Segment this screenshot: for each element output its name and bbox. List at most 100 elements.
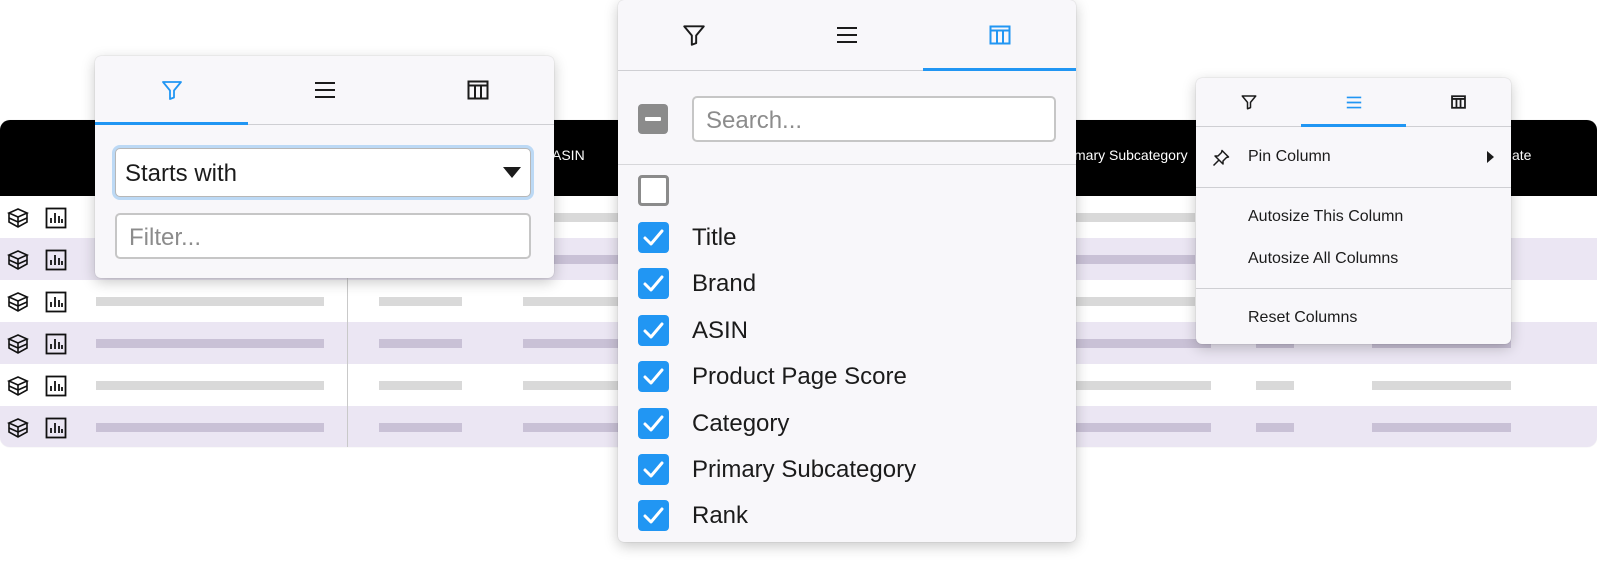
filter-icon bbox=[161, 81, 182, 100]
tab-filter[interactable] bbox=[1196, 78, 1301, 126]
menu-item-pin-column[interactable]: Pin Column bbox=[1196, 137, 1511, 177]
tab-columns[interactable] bbox=[401, 56, 554, 124]
box-icon[interactable] bbox=[7, 207, 29, 229]
menu-item-reset-columns[interactable]: Reset Columns bbox=[1196, 298, 1511, 338]
tab-filter[interactable] bbox=[95, 56, 248, 125]
chart-icon[interactable] bbox=[45, 333, 67, 355]
box-icon[interactable] bbox=[7, 291, 29, 313]
cell-placeholder bbox=[523, 339, 618, 348]
cell-placeholder bbox=[523, 423, 618, 432]
header-date[interactable]: ate bbox=[1512, 147, 1531, 163]
column-item-asin[interactable]: ASIN bbox=[638, 315, 1058, 355]
menu-item-autosize-this-column[interactable]: Autosize This Column bbox=[1196, 197, 1511, 237]
filter-input[interactable]: Filter... bbox=[115, 213, 531, 259]
check-icon bbox=[643, 461, 664, 478]
chart-icon[interactable] bbox=[45, 291, 67, 313]
columns-panel: Search... Title Brand ASIN Product Page … bbox=[618, 0, 1076, 542]
column-label: ASIN bbox=[692, 317, 749, 344]
column-search-input[interactable]: Search... bbox=[692, 96, 1056, 142]
column-label: Brand bbox=[692, 270, 757, 297]
box-icon[interactable] bbox=[7, 417, 29, 439]
columns-icon bbox=[1451, 95, 1466, 109]
column-label: Primary Subcategory bbox=[692, 456, 917, 483]
checkbox-checked[interactable] bbox=[638, 454, 669, 485]
filter-icon bbox=[1241, 95, 1256, 110]
chart-icon[interactable] bbox=[45, 249, 67, 271]
box-icon[interactable] bbox=[7, 249, 29, 271]
columns-icon bbox=[989, 25, 1011, 45]
menu-item-label: Autosize This Column bbox=[1248, 208, 1404, 225]
menu-separator bbox=[1196, 288, 1511, 289]
select-all-checkbox[interactable] bbox=[638, 104, 668, 134]
chevron-down-icon bbox=[503, 167, 521, 178]
column-label: Title bbox=[692, 224, 737, 251]
menu-separator bbox=[1196, 187, 1511, 188]
column-menu-tabs bbox=[1196, 78, 1511, 127]
cell-placeholder bbox=[1075, 255, 1195, 264]
cell-placeholder bbox=[96, 297, 324, 306]
checkbox-checked[interactable] bbox=[638, 315, 669, 346]
tab-columns[interactable] bbox=[923, 0, 1076, 71]
tab-columns[interactable] bbox=[1406, 78, 1511, 126]
chart-icon[interactable] bbox=[45, 417, 67, 439]
checkbox-checked[interactable] bbox=[638, 408, 669, 439]
cell-placeholder bbox=[1372, 423, 1511, 432]
column-item-title[interactable]: Title bbox=[638, 222, 1058, 262]
empty-checkbox[interactable] bbox=[638, 175, 669, 206]
cell-placeholder bbox=[1075, 423, 1211, 432]
column-item-product-page-score[interactable]: Product Page Score bbox=[638, 361, 1058, 401]
column-item-brand[interactable]: Brand bbox=[638, 268, 1058, 308]
checkbox-checked[interactable] bbox=[638, 500, 669, 531]
menu-item-label: Reset Columns bbox=[1248, 309, 1358, 326]
divider bbox=[618, 164, 1076, 165]
menu-item-autosize-all-columns[interactable]: Autosize All Columns bbox=[1196, 239, 1511, 279]
cell-placeholder bbox=[96, 381, 324, 390]
cell-placeholder bbox=[523, 381, 618, 390]
cell-placeholder bbox=[96, 339, 324, 348]
filter-condition-value: Starts with bbox=[125, 160, 238, 187]
cell-placeholder bbox=[1075, 297, 1195, 306]
box-icon[interactable] bbox=[7, 333, 29, 355]
cell-placeholder bbox=[523, 297, 618, 306]
cell-placeholder bbox=[1075, 213, 1195, 222]
cell-placeholder bbox=[379, 381, 462, 390]
column-item-primary-subcategory[interactable]: Primary Subcategory bbox=[638, 454, 1058, 494]
header-primary-subcategory[interactable]: mary Subcategory bbox=[1074, 147, 1188, 163]
chevron-right-icon bbox=[1487, 151, 1494, 163]
chart-icon[interactable] bbox=[45, 207, 67, 229]
stage: ASIN mary Subcategory ate Starts with Fi… bbox=[0, 0, 1597, 577]
column-menu-panel: Pin Column Autosize This Column Autosize… bbox=[1196, 78, 1511, 344]
tab-menu[interactable] bbox=[248, 56, 401, 124]
column-item-category[interactable]: Category bbox=[638, 408, 1058, 448]
cell-placeholder bbox=[379, 423, 462, 432]
checkbox-checked[interactable] bbox=[638, 222, 669, 253]
menu-item-label: Pin Column bbox=[1248, 148, 1331, 165]
column-label: Category bbox=[692, 410, 790, 437]
filter-panel: Starts with Filter... bbox=[95, 56, 554, 278]
column-search-placeholder: Search... bbox=[706, 107, 803, 134]
filter-condition-select[interactable]: Starts with bbox=[115, 148, 531, 197]
checkbox-checked[interactable] bbox=[638, 361, 669, 392]
check-icon bbox=[643, 229, 664, 246]
filter-icon bbox=[683, 25, 706, 46]
header-asin[interactable]: ASIN bbox=[552, 147, 585, 163]
filter-placeholder: Filter... bbox=[129, 224, 202, 251]
column-item-rank[interactable]: Rank bbox=[638, 500, 1058, 540]
cell-placeholder bbox=[379, 339, 462, 348]
tab-menu[interactable] bbox=[771, 0, 924, 70]
chart-icon[interactable] bbox=[45, 375, 67, 397]
filter-panel-tabs bbox=[95, 56, 554, 125]
menu-icon bbox=[314, 82, 335, 98]
checkbox-checked[interactable] bbox=[638, 268, 669, 299]
menu-item-label: Autosize All Columns bbox=[1248, 250, 1399, 267]
cell-placeholder bbox=[1372, 381, 1511, 390]
menu-icon bbox=[1346, 96, 1361, 108]
columns-panel-tabs bbox=[618, 0, 1076, 71]
box-icon[interactable] bbox=[7, 375, 29, 397]
tab-filter[interactable] bbox=[618, 0, 771, 70]
column-label: Product Page Score bbox=[692, 363, 907, 390]
cell-placeholder bbox=[96, 423, 324, 432]
check-icon bbox=[643, 275, 664, 292]
tab-menu[interactable] bbox=[1301, 78, 1406, 127]
cell-placeholder bbox=[379, 297, 462, 306]
